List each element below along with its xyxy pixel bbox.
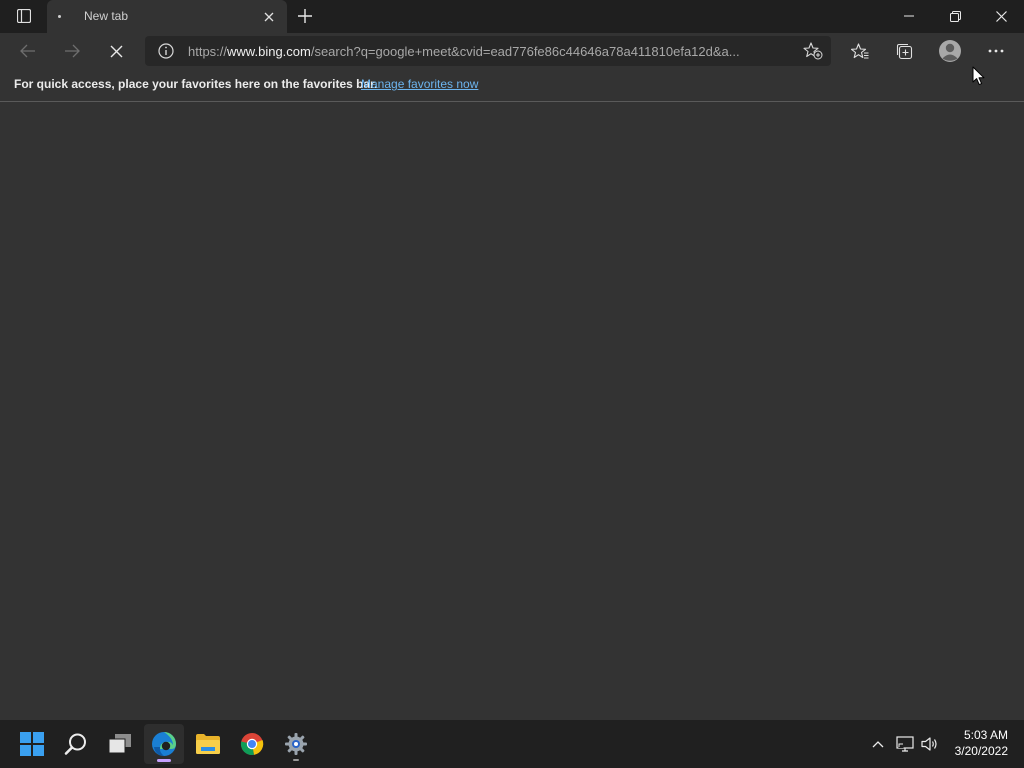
manage-favorites-link[interactable]: Manage favorites now [361, 77, 478, 91]
search-icon [64, 733, 86, 755]
task-view-icon [108, 734, 131, 754]
profile-button[interactable] [935, 36, 965, 66]
close-icon [995, 10, 1007, 22]
new-tab-button[interactable] [293, 5, 317, 27]
edge-icon [152, 732, 176, 756]
clock-date: 3/20/2022 [954, 744, 1008, 758]
volume-button[interactable] [920, 734, 940, 754]
tab-close-button[interactable] [261, 9, 277, 25]
gear-icon [285, 733, 307, 755]
active-app-indicator [157, 759, 171, 762]
back-button[interactable] [13, 36, 43, 66]
taskbar: 5:03 AM 3/20/2022 [0, 720, 1024, 768]
add-to-favorites-button[interactable] [803, 41, 823, 61]
tab-actions-icon [17, 9, 31, 23]
mouse-cursor-icon [972, 66, 985, 86]
chrome-icon [240, 733, 264, 755]
url-text[interactable]: https://www.bing.com/search?q=google+mee… [188, 44, 788, 59]
more-icon [988, 49, 1004, 53]
page-content[interactable] [0, 103, 1024, 720]
edge-taskbar-button[interactable] [144, 724, 184, 764]
settings-and-more-button[interactable] [981, 36, 1011, 66]
site-info-button[interactable] [157, 42, 175, 60]
tab-strip: New tab [0, 0, 1024, 33]
stop-loading-button[interactable] [101, 36, 131, 66]
speaker-icon [921, 737, 937, 751]
close-icon [264, 12, 274, 22]
chrome-taskbar-button[interactable] [232, 724, 272, 764]
task-view-button[interactable] [100, 724, 140, 764]
restore-button[interactable] [932, 0, 978, 32]
address-bar[interactable]: https://www.bing.com/search?q=google+mee… [145, 36, 831, 66]
close-icon [110, 45, 122, 57]
folder-icon [196, 734, 220, 754]
minimize-icon [904, 15, 914, 17]
collections-icon [896, 43, 913, 60]
forward-button[interactable] [57, 36, 87, 66]
tab-actions-button[interactable] [10, 6, 38, 26]
plus-icon [298, 9, 312, 23]
windows-logo-icon [20, 732, 44, 756]
url-scheme: https:// [188, 44, 228, 59]
arrow-right-icon [65, 44, 80, 58]
show-hidden-icons-button[interactable] [868, 734, 888, 754]
settings-taskbar-button[interactable] [276, 724, 316, 764]
info-icon [158, 43, 174, 59]
star-add-icon [803, 42, 823, 60]
tab-new-tab[interactable]: New tab [47, 0, 287, 33]
file-explorer-button[interactable] [188, 724, 228, 764]
system-clock[interactable]: 5:03 AM 3/20/2022 [955, 727, 1008, 759]
url-host: www.bing.com [227, 44, 311, 59]
search-button[interactable] [56, 724, 96, 764]
navigation-toolbar: https://www.bing.com/search?q=google+mee… [0, 33, 1024, 69]
url-path: /search?q=google+meet&cvid=ead776fe86c44… [310, 44, 740, 59]
favorites-star-icon [851, 42, 869, 58]
collections-button[interactable] [889, 36, 919, 66]
loading-favicon-icon [58, 15, 61, 18]
close-window-button[interactable] [978, 0, 1024, 32]
favorites-bar-message: For quick access, place your favorites h… [14, 77, 378, 91]
start-button[interactable] [12, 724, 52, 764]
arrow-left-icon [20, 44, 35, 58]
avatar-icon [939, 40, 961, 62]
clock-time: 5:03 AM [963, 728, 1008, 742]
tab-title: New tab [84, 9, 129, 23]
chevron-up-icon [872, 741, 884, 748]
running-app-indicator [293, 759, 299, 761]
browser-window: New tab https://www.bing.com/search?q=go… [0, 0, 1024, 720]
network-icon [896, 736, 914, 752]
minimize-button[interactable] [886, 0, 932, 32]
favorites-button[interactable] [845, 36, 875, 66]
favorites-bar: For quick access, place your favorites h… [0, 69, 1024, 102]
restore-icon [949, 10, 961, 22]
network-button[interactable] [895, 734, 915, 754]
